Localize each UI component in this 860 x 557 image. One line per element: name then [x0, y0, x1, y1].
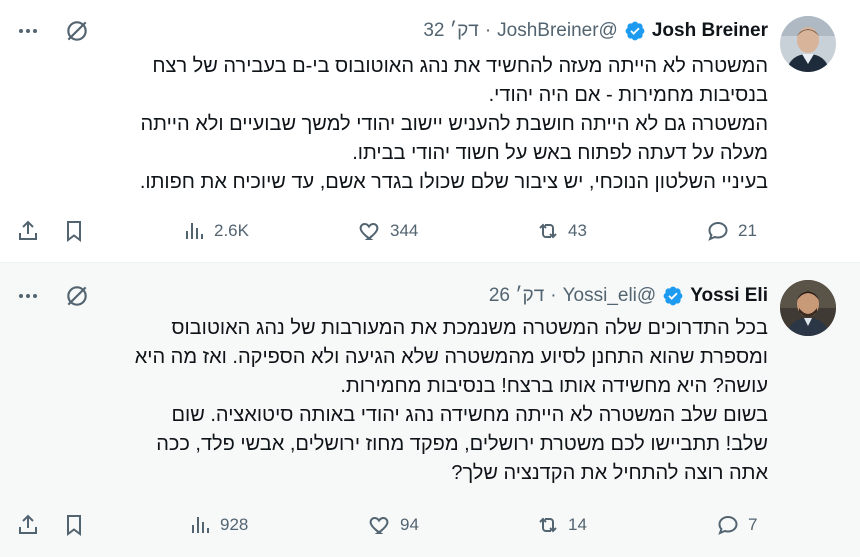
bookmark-icon [67, 515, 81, 536]
grok-icon[interactable] [64, 18, 90, 44]
repost-icon [539, 517, 557, 533]
bookmark-button[interactable] [62, 510, 86, 540]
tweet-text: בכל התדרוכים שלה המשטרה משנמכת את המעורב… [18, 314, 768, 488]
action-bar: 2.6K 344 43 21 [16, 216, 768, 246]
tweet-line: המשטרה גם לא הייתה חושבת להעניש יישוב יה… [140, 113, 768, 135]
tweet-line: מעלה על דעתה לפתוח באש על חשוד יהודי בבי… [352, 142, 768, 164]
tweet-line: בכל התדרוכים שלה המשטרה משנמכת את המעורב… [171, 317, 768, 339]
separator-dot: · [550, 285, 557, 306]
tweet-header: Josh Breiner @JoshBreiner · דק׳ 32 [110, 16, 768, 46]
share-icon [19, 514, 37, 534]
timestamp[interactable]: דק׳ 32 [423, 20, 478, 42]
tweet-line: ומספרת שהוא התחנן לסיוע מהמשטרה שלא הגיע… [134, 346, 768, 368]
likes-count: 94 [400, 515, 419, 534]
views-button[interactable]: 928 [188, 510, 248, 540]
verified-badge-icon [663, 286, 683, 306]
tweet-yossi-eli[interactable]: Yossi Eli @Yossi_eli · דק׳ 26 בכל התדרוכ… [0, 263, 860, 557]
tweet-line: אתה רוצה להתחיל את הקדנציה שלך? [451, 462, 768, 484]
views-count: 2.6K [214, 221, 249, 240]
repost-button[interactable]: 43 [536, 216, 587, 246]
avatar[interactable] [780, 280, 836, 336]
views-icon [186, 223, 203, 239]
tweet-text: המשטרה לא הייתה מעזה להחשיד את נהג האוטו… [18, 52, 768, 197]
bookmark-icon [67, 221, 81, 242]
author-name[interactable]: Josh Breiner [652, 20, 768, 42]
reply-icon [708, 221, 728, 241]
like-icon [359, 222, 379, 240]
replies-count: 21 [738, 221, 757, 240]
reposts-count: 43 [568, 221, 587, 240]
tweet-top-actions [16, 281, 90, 311]
tweet-line: עושה? היא מחשידה אותו ברצח! בנסיבות מחמי… [340, 375, 768, 397]
tweet-line: שלב! תתביישו לכם משטרת ירושלים, מפקד מחו… [156, 433, 768, 455]
like-button[interactable]: 94 [368, 510, 419, 540]
author-handle[interactable]: @Yossi_eli [563, 285, 657, 307]
repost-button[interactable]: 14 [536, 510, 587, 540]
separator-dot: · [484, 20, 492, 41]
views-icon [192, 517, 209, 533]
verified-badge-icon [625, 21, 645, 41]
tweet-line: המשטרה לא הייתה מעזה להחשיד את נהג האוטו… [152, 55, 768, 77]
avatar[interactable] [780, 16, 836, 72]
share-button[interactable] [16, 510, 40, 540]
share-icon [19, 220, 37, 240]
likes-count: 344 [390, 221, 419, 240]
tweet-line: בעיניי השלטון הנוכחי, יש ציבור שלם שכולו… [139, 171, 768, 193]
tweet-header: Yossi Eli @Yossi_eli · דק׳ 26 [110, 281, 768, 311]
grok-icon[interactable] [64, 283, 90, 309]
reposts-count: 14 [568, 515, 587, 534]
author-name[interactable]: Yossi Eli [690, 285, 768, 307]
more-icon[interactable] [16, 284, 40, 308]
bookmark-button[interactable] [62, 216, 86, 246]
views-button[interactable]: 2.6K [182, 216, 249, 246]
replies-count: 7 [748, 515, 758, 534]
timestamp[interactable]: דק׳ 26 [489, 285, 544, 307]
more-icon[interactable] [16, 19, 40, 43]
tweet-josh-breiner[interactable]: Josh Breiner @JoshBreiner · דק׳ 32 המשטר… [0, 0, 860, 263]
like-icon [369, 516, 389, 534]
reply-button[interactable]: 21 [706, 216, 757, 246]
repost-icon [539, 223, 557, 239]
like-button[interactable]: 344 [358, 216, 418, 246]
views-count: 928 [220, 515, 249, 534]
reply-icon [718, 515, 738, 535]
tweet-top-actions [16, 16, 90, 46]
tweet-line: בנסיבות מחמירות - אם היה יהודי. [488, 84, 768, 106]
tweet-line: בשום שלב המשטרה לא הייתה מחשידה נהג יהוד… [171, 404, 768, 426]
action-bar: 928 94 14 7 [16, 510, 768, 540]
reply-button[interactable]: 7 [716, 510, 757, 540]
author-handle[interactable]: @JoshBreiner [497, 20, 618, 42]
share-button[interactable] [16, 216, 40, 246]
